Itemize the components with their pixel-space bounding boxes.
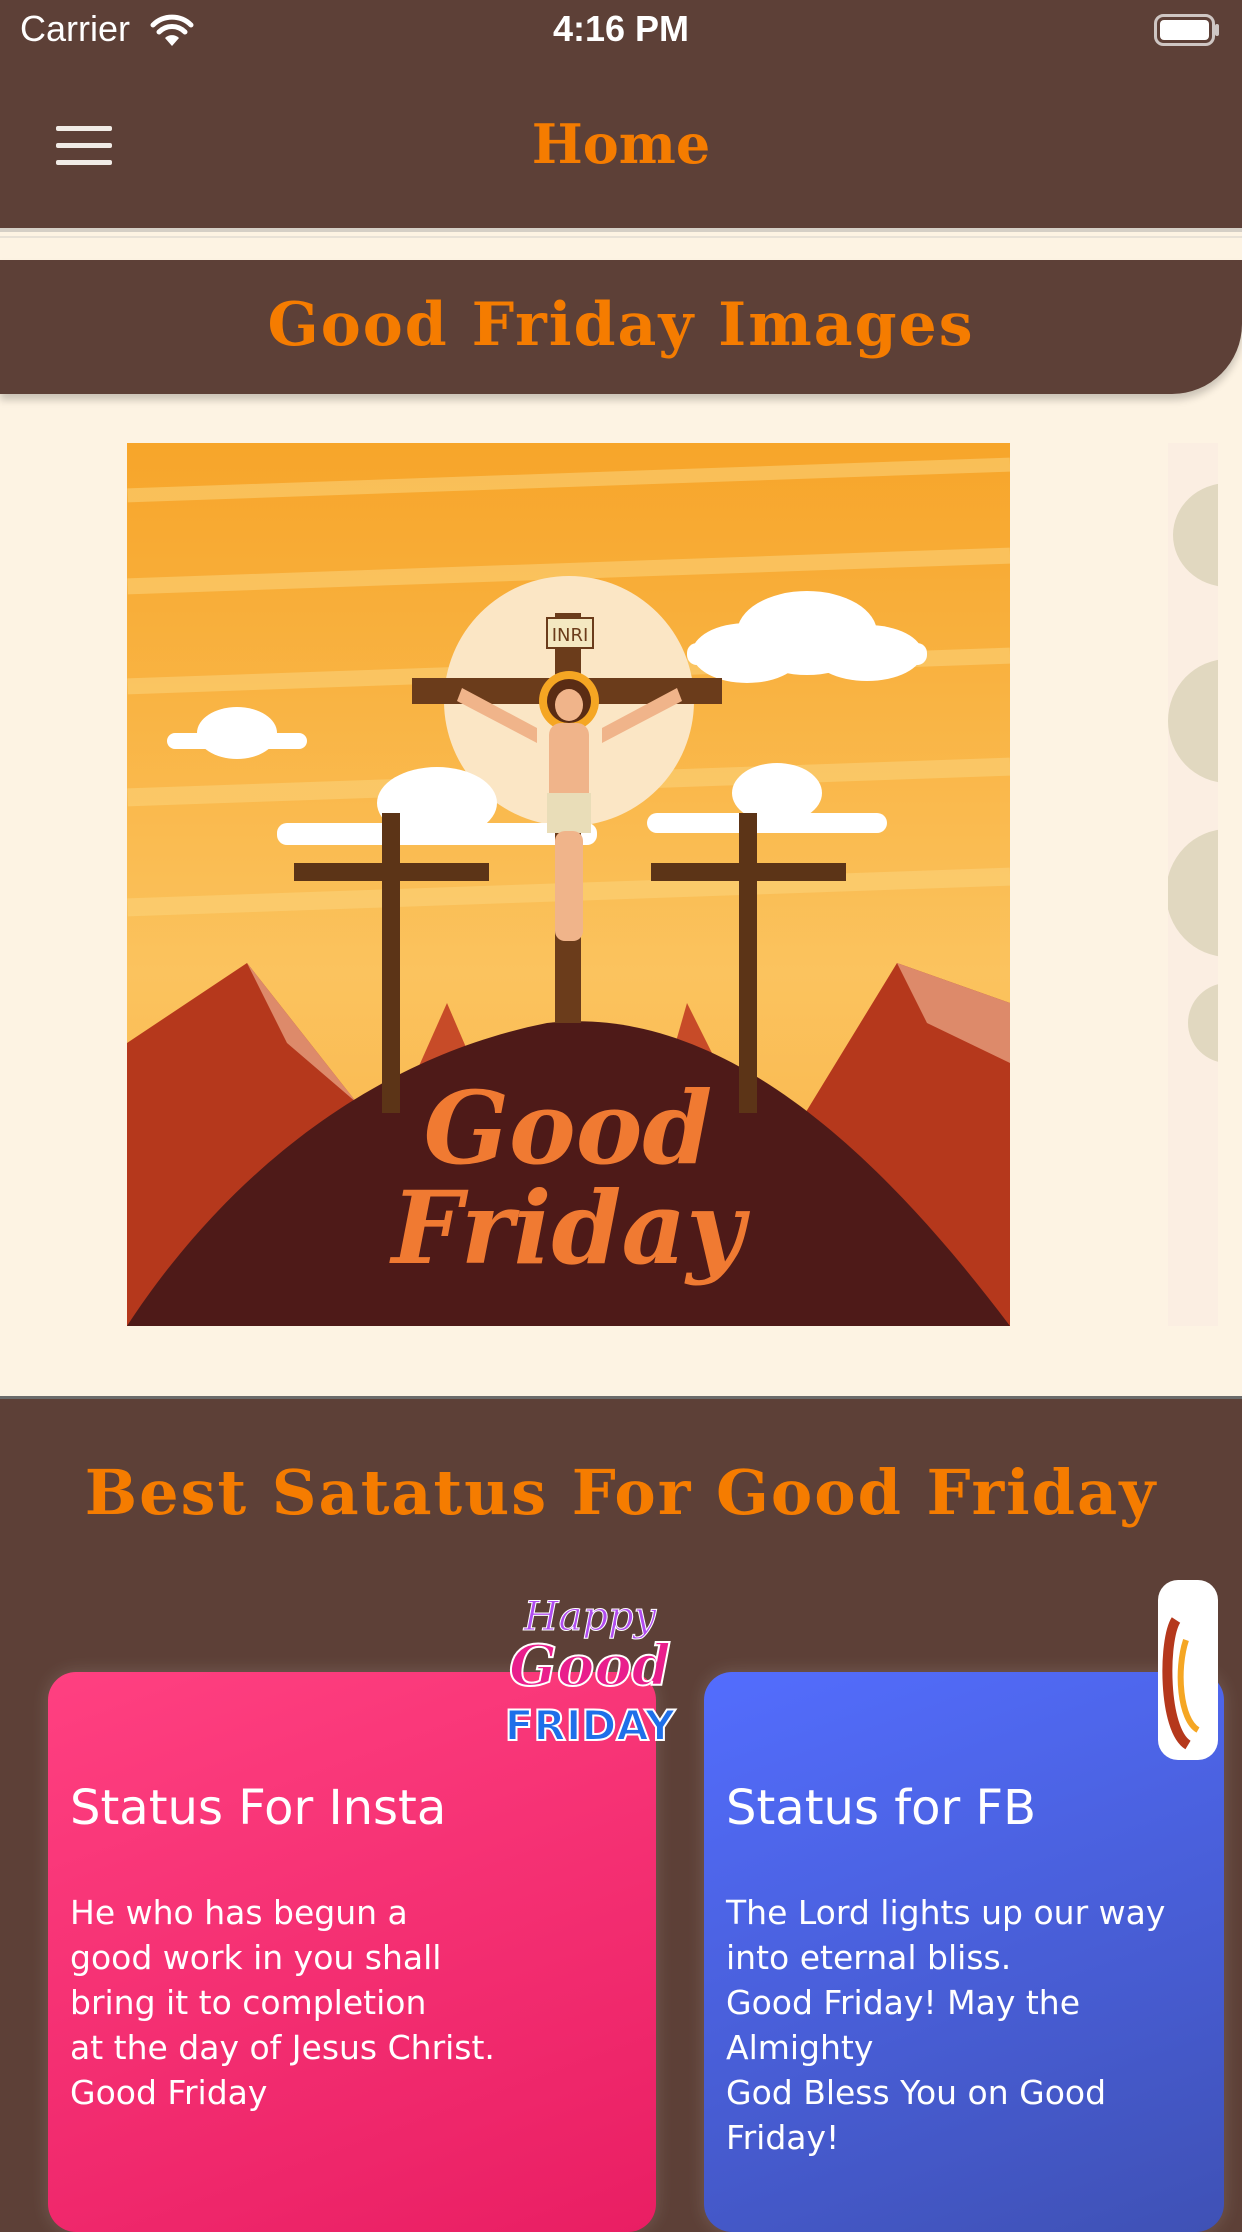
divider (0, 236, 1242, 238)
status-card-fb[interactable]: Status for FB The Lord lights up our way… (704, 1672, 1224, 2232)
status-card-title: Status For Insta (70, 1780, 447, 1836)
divider (0, 1396, 1242, 1399)
status-bar: Carrier 4:16 PM (0, 0, 1242, 60)
good-friday-image[interactable]: INRI Good Friday (127, 443, 1010, 1326)
status-section: Best Satatus For Good Friday Status For … (0, 1422, 1242, 2232)
next-image-thumbnail (1168, 483, 1218, 1062)
navigation-bar: Home (0, 60, 1242, 228)
image-caption-friday: Friday (389, 1169, 751, 1287)
next-image-peek[interactable] (1168, 443, 1218, 1326)
status-section-title: Best Satatus For Good Friday (84, 1456, 1158, 1529)
images-section-title: Good Friday Images (267, 290, 975, 360)
status-card-title: Status for FB (726, 1780, 1037, 1836)
sticker-peek (1158, 1580, 1218, 1760)
inri-sign: INRI (552, 625, 589, 646)
images-section-header: Good Friday Images (0, 260, 1242, 394)
happy-good-friday-sticker: Happy Good FRIDAY (504, 1594, 677, 1752)
divider (0, 228, 1242, 232)
status-time: 4:16 PM (552, 8, 690, 49)
battery-icon (1154, 14, 1219, 46)
status-card-text: He who has begun a good work in you shal… (70, 1893, 495, 2112)
page-title: Home (531, 112, 711, 176)
sticker-text-friday: FRIDAY (505, 1701, 676, 1750)
sticker-text-good: Good (509, 1633, 671, 1699)
status-card-text: The Lord lights up our way into eternal … (726, 1893, 1166, 2157)
crucifixion-illustration: INRI Good Friday (127, 443, 1010, 1326)
